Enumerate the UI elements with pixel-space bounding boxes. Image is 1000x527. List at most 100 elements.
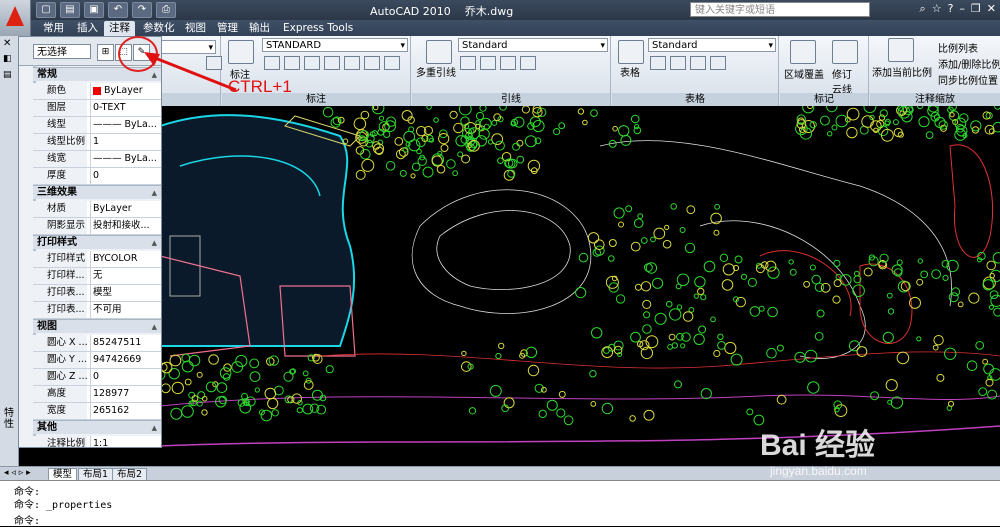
wipeout-icon[interactable] <box>790 40 816 64</box>
plot-icon[interactable]: ⎙ <box>156 2 176 18</box>
section-header[interactable]: 三维效果 <box>33 185 161 200</box>
property-value[interactable]: 85247511 <box>90 335 161 351</box>
tab-2[interactable]: 注释 <box>104 21 135 36</box>
property-value[interactable]: BYCOLOR <box>90 251 161 267</box>
property-row[interactable]: 打印样式 BYCOLOR <box>33 251 161 268</box>
property-value[interactable]: 1 <box>90 134 161 150</box>
tab-5[interactable]: 管理 <box>212 21 243 36</box>
dim-style-combo[interactable]: STANDARD <box>262 38 408 53</box>
multileader-button[interactable]: 多重引线 <box>416 64 456 79</box>
minimize-icon[interactable]: – <box>959 2 965 16</box>
layout-nav-icons[interactable]: ◂ ◃ ▹ ▸ <box>4 468 31 478</box>
wipeout-button[interactable]: 区域覆盖 <box>784 66 824 81</box>
property-row[interactable]: 阴影显示 投射和接收... <box>33 218 161 235</box>
dim-tolerance-icon[interactable] <box>384 56 400 70</box>
property-row[interactable]: 高度 128977 <box>33 386 161 403</box>
close-icon[interactable]: ✕ <box>987 2 996 16</box>
revcloud-button[interactable]: 修订 云线 <box>832 66 862 96</box>
tab-6[interactable]: 输出 <box>244 21 275 36</box>
section-header[interactable]: 视图 <box>33 319 161 334</box>
command-line[interactable]: 命令: 命令: _properties 命令: <box>0 480 1000 527</box>
property-row[interactable]: 打印表... 不可用 <box>33 302 161 319</box>
table-button[interactable]: 表格 <box>620 64 640 79</box>
property-value[interactable]: 265162 <box>90 403 161 419</box>
property-value[interactable]: 无 <box>90 268 161 284</box>
download-data-icon[interactable] <box>690 56 706 70</box>
scale-list-button[interactable]: 比例列表 <box>938 40 978 55</box>
tab-3[interactable]: 参数化 <box>138 21 180 36</box>
extract-data-icon[interactable] <box>670 56 686 70</box>
collect-leader-icon[interactable] <box>520 56 536 70</box>
add-delete-scales-button[interactable]: 添加/删除比例 <box>938 56 1000 71</box>
property-value[interactable]: 0 <box>90 168 161 184</box>
property-row[interactable]: 图层 0-TEXT <box>33 100 161 117</box>
selection-dropdown[interactable]: 无选择 <box>33 44 91 59</box>
drawing-canvas[interactable] <box>160 106 1000 466</box>
save-icon[interactable]: ▣ <box>84 2 104 18</box>
add-leader-icon[interactable] <box>460 56 476 70</box>
dim-jog-icon[interactable] <box>364 56 380 70</box>
toggle-pickadd-icon[interactable]: ⊞ <box>97 44 114 61</box>
tab-4[interactable]: 视图 <box>180 21 211 36</box>
property-row[interactable]: 线型比例 1 <box>33 134 161 151</box>
property-value[interactable]: 1:1 <box>90 436 161 447</box>
property-row[interactable]: 圆心 X ... 85247511 <box>33 335 161 352</box>
property-value[interactable]: 0 <box>90 369 161 385</box>
property-row[interactable]: 材质 ByLayer <box>33 201 161 218</box>
dim-space-icon[interactable] <box>324 56 340 70</box>
open-icon[interactable]: ▤ <box>60 2 80 18</box>
table-style-combo[interactable]: Standard <box>648 38 776 53</box>
autohide-icon[interactable]: ◧ <box>3 54 12 64</box>
new-icon[interactable]: ▢ <box>36 2 56 18</box>
properties-palette-titlebar[interactable]: ✕ ◧ ▤ 特性 <box>0 36 19 466</box>
dim-linear-icon[interactable] <box>264 56 280 70</box>
property-row[interactable]: 线型 ——— ByLa... <box>33 117 161 134</box>
table-icon[interactable] <box>618 40 644 64</box>
redo-icon[interactable]: ↷ <box>132 2 152 18</box>
dim-break-icon[interactable] <box>344 56 360 70</box>
sync-scale-positions-button[interactable]: 同步比例位置 <box>938 72 998 87</box>
tab-1[interactable]: 插入 <box>72 21 103 36</box>
search-icon[interactable]: ⌕ <box>920 2 926 16</box>
property-value[interactable]: 投射和接收... <box>90 218 161 234</box>
property-row[interactable]: 打印表... 模型 <box>33 285 161 302</box>
revcloud-icon[interactable] <box>832 40 858 64</box>
property-value[interactable]: 94742669 <box>90 352 161 368</box>
palette-properties-icon[interactable]: ▤ <box>3 70 12 80</box>
section-header[interactable]: 其他 <box>33 420 161 435</box>
tab-7[interactable]: Express Tools <box>278 21 358 36</box>
close-palette-icon[interactable]: ✕ <box>3 38 11 49</box>
property-value[interactable]: 模型 <box>90 285 161 301</box>
align-leader-icon[interactable] <box>500 56 516 70</box>
help-icon[interactable]: ? <box>948 2 954 16</box>
section-header[interactable]: 打印样式 <box>33 235 161 250</box>
remove-leader-icon[interactable] <box>480 56 496 70</box>
property-value[interactable]: 0-TEXT <box>90 100 161 116</box>
application-menu-button[interactable] <box>0 0 31 36</box>
dim-continue-icon[interactable] <box>284 56 300 70</box>
property-value[interactable]: 128977 <box>90 386 161 402</box>
property-value[interactable]: ——— ByLa... <box>90 117 161 133</box>
add-current-scale-icon[interactable] <box>888 38 914 62</box>
undo-icon[interactable]: ↶ <box>108 2 128 18</box>
restore-icon[interactable]: ❐ <box>971 2 981 16</box>
property-value[interactable]: ——— ByLa... <box>90 151 161 167</box>
add-current-scale-button[interactable]: 添加当前比例 <box>872 64 932 79</box>
property-value[interactable]: ByLayer <box>90 201 161 217</box>
multileader-icon[interactable] <box>426 40 452 64</box>
tab-0[interactable]: 常用 <box>38 21 69 36</box>
property-row[interactable]: 厚度 0 <box>33 168 161 185</box>
property-row[interactable]: 宽度 265162 <box>33 403 161 420</box>
property-row[interactable]: 圆心 Y ... 94742669 <box>33 352 161 369</box>
dim-baseline-icon[interactable] <box>304 56 320 70</box>
property-row[interactable]: 圆心 Z ... 0 <box>33 369 161 386</box>
star-icon[interactable]: ☆ <box>932 2 942 16</box>
mleader-style-combo[interactable]: Standard <box>458 38 608 53</box>
property-row[interactable]: 线宽 ——— ByLa... <box>33 151 161 168</box>
property-row[interactable]: 打印样... 无 <box>33 268 161 285</box>
search-input[interactable]: 键入关键字或短语 <box>690 2 870 17</box>
upload-data-icon[interactable] <box>710 56 726 70</box>
property-value[interactable]: 不可用 <box>90 302 161 318</box>
link-data-icon[interactable] <box>650 56 666 70</box>
property-row[interactable]: 注释比例 1:1 <box>33 436 161 447</box>
